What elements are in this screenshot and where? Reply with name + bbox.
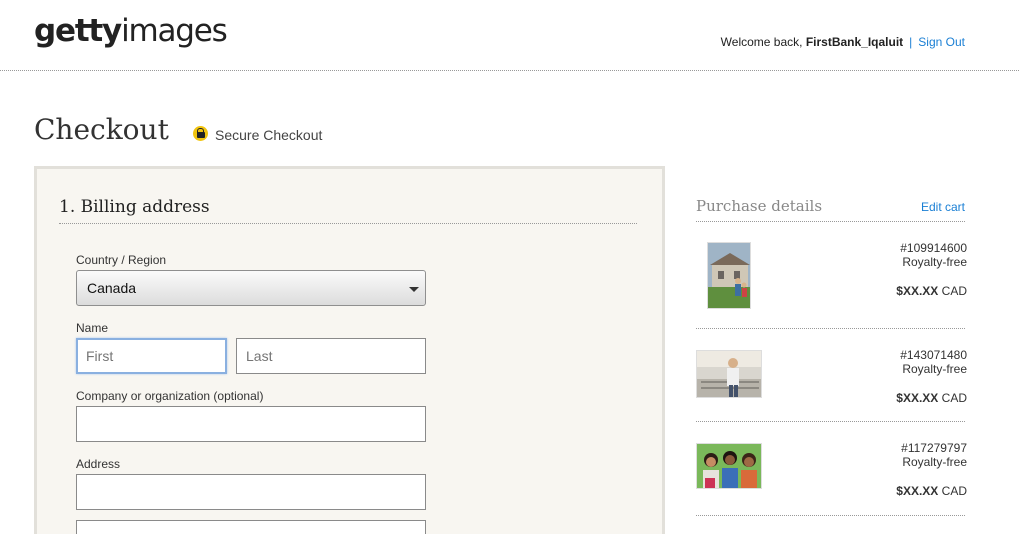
item-price: $XX.XX CAD [896, 484, 967, 498]
item-thumbnail[interactable] [696, 350, 762, 398]
address-line1-input[interactable] [76, 474, 426, 510]
item-license: Royalty-free [902, 455, 967, 469]
item-id: #143071480 [900, 348, 967, 362]
welcome-text: Welcome back, [720, 35, 806, 49]
item-price-value: $XX.XX [896, 484, 939, 498]
item-currency: CAD [941, 284, 967, 298]
edit-cart-link[interactable]: Edit cart [921, 200, 965, 214]
username: FirstBank_Iqaluit [805, 35, 904, 49]
item-divider [696, 515, 965, 516]
purchase-details-title: Purchase details [696, 197, 823, 215]
section-divider [59, 223, 637, 224]
item-currency: CAD [941, 484, 967, 498]
address-label: Address [76, 457, 121, 471]
item-divider [696, 328, 965, 329]
item-license: Royalty-free [902, 255, 967, 269]
name-label: Name [76, 321, 109, 335]
country-value: Canada [87, 280, 137, 296]
item-price-value: $XX.XX [896, 284, 939, 298]
sign-out-link[interactable]: Sign Out [918, 35, 965, 49]
item-price: $XX.XX CAD [896, 391, 967, 405]
last-name-input[interactable] [236, 338, 426, 374]
logo-bold-text: getty [34, 13, 122, 49]
purchase-divider [696, 221, 965, 222]
gettyimages-logo[interactable]: gettyimages [34, 13, 228, 49]
separator: | [909, 35, 913, 49]
item-thumbnail[interactable] [696, 443, 762, 489]
secure-checkout-label: Secure Checkout [215, 127, 323, 143]
item-thumbnail[interactable] [707, 242, 751, 309]
checkout-page: gettyimages Welcome back, FirstBank_Iqal… [0, 0, 1019, 534]
item-id: #117279797 [901, 441, 967, 455]
logo-light-text: images [121, 13, 228, 49]
welcome-bar: Welcome back, FirstBank_Iqaluit | Sign Out [721, 35, 965, 49]
company-label: Company or organization (optional) [76, 389, 264, 403]
chevron-down-icon [409, 287, 419, 292]
country-select[interactable]: Canada [76, 270, 426, 306]
billing-panel: 1. Billing address Country / Region Cana… [34, 166, 665, 534]
header-divider [0, 70, 1019, 71]
address-line2-input[interactable] [76, 520, 426, 534]
country-label: Country / Region [76, 253, 167, 267]
item-id: #109914600 [900, 241, 967, 255]
page-title: Checkout [34, 113, 169, 146]
item-currency: CAD [941, 391, 967, 405]
item-price: $XX.XX CAD [896, 284, 967, 298]
item-price-value: $XX.XX [896, 391, 939, 405]
item-license: Royalty-free [902, 362, 967, 376]
company-input[interactable] [76, 406, 426, 442]
first-name-input[interactable] [76, 338, 227, 374]
billing-section-title: 1. Billing address [59, 197, 210, 217]
lock-icon [193, 126, 208, 141]
item-divider [696, 421, 965, 422]
